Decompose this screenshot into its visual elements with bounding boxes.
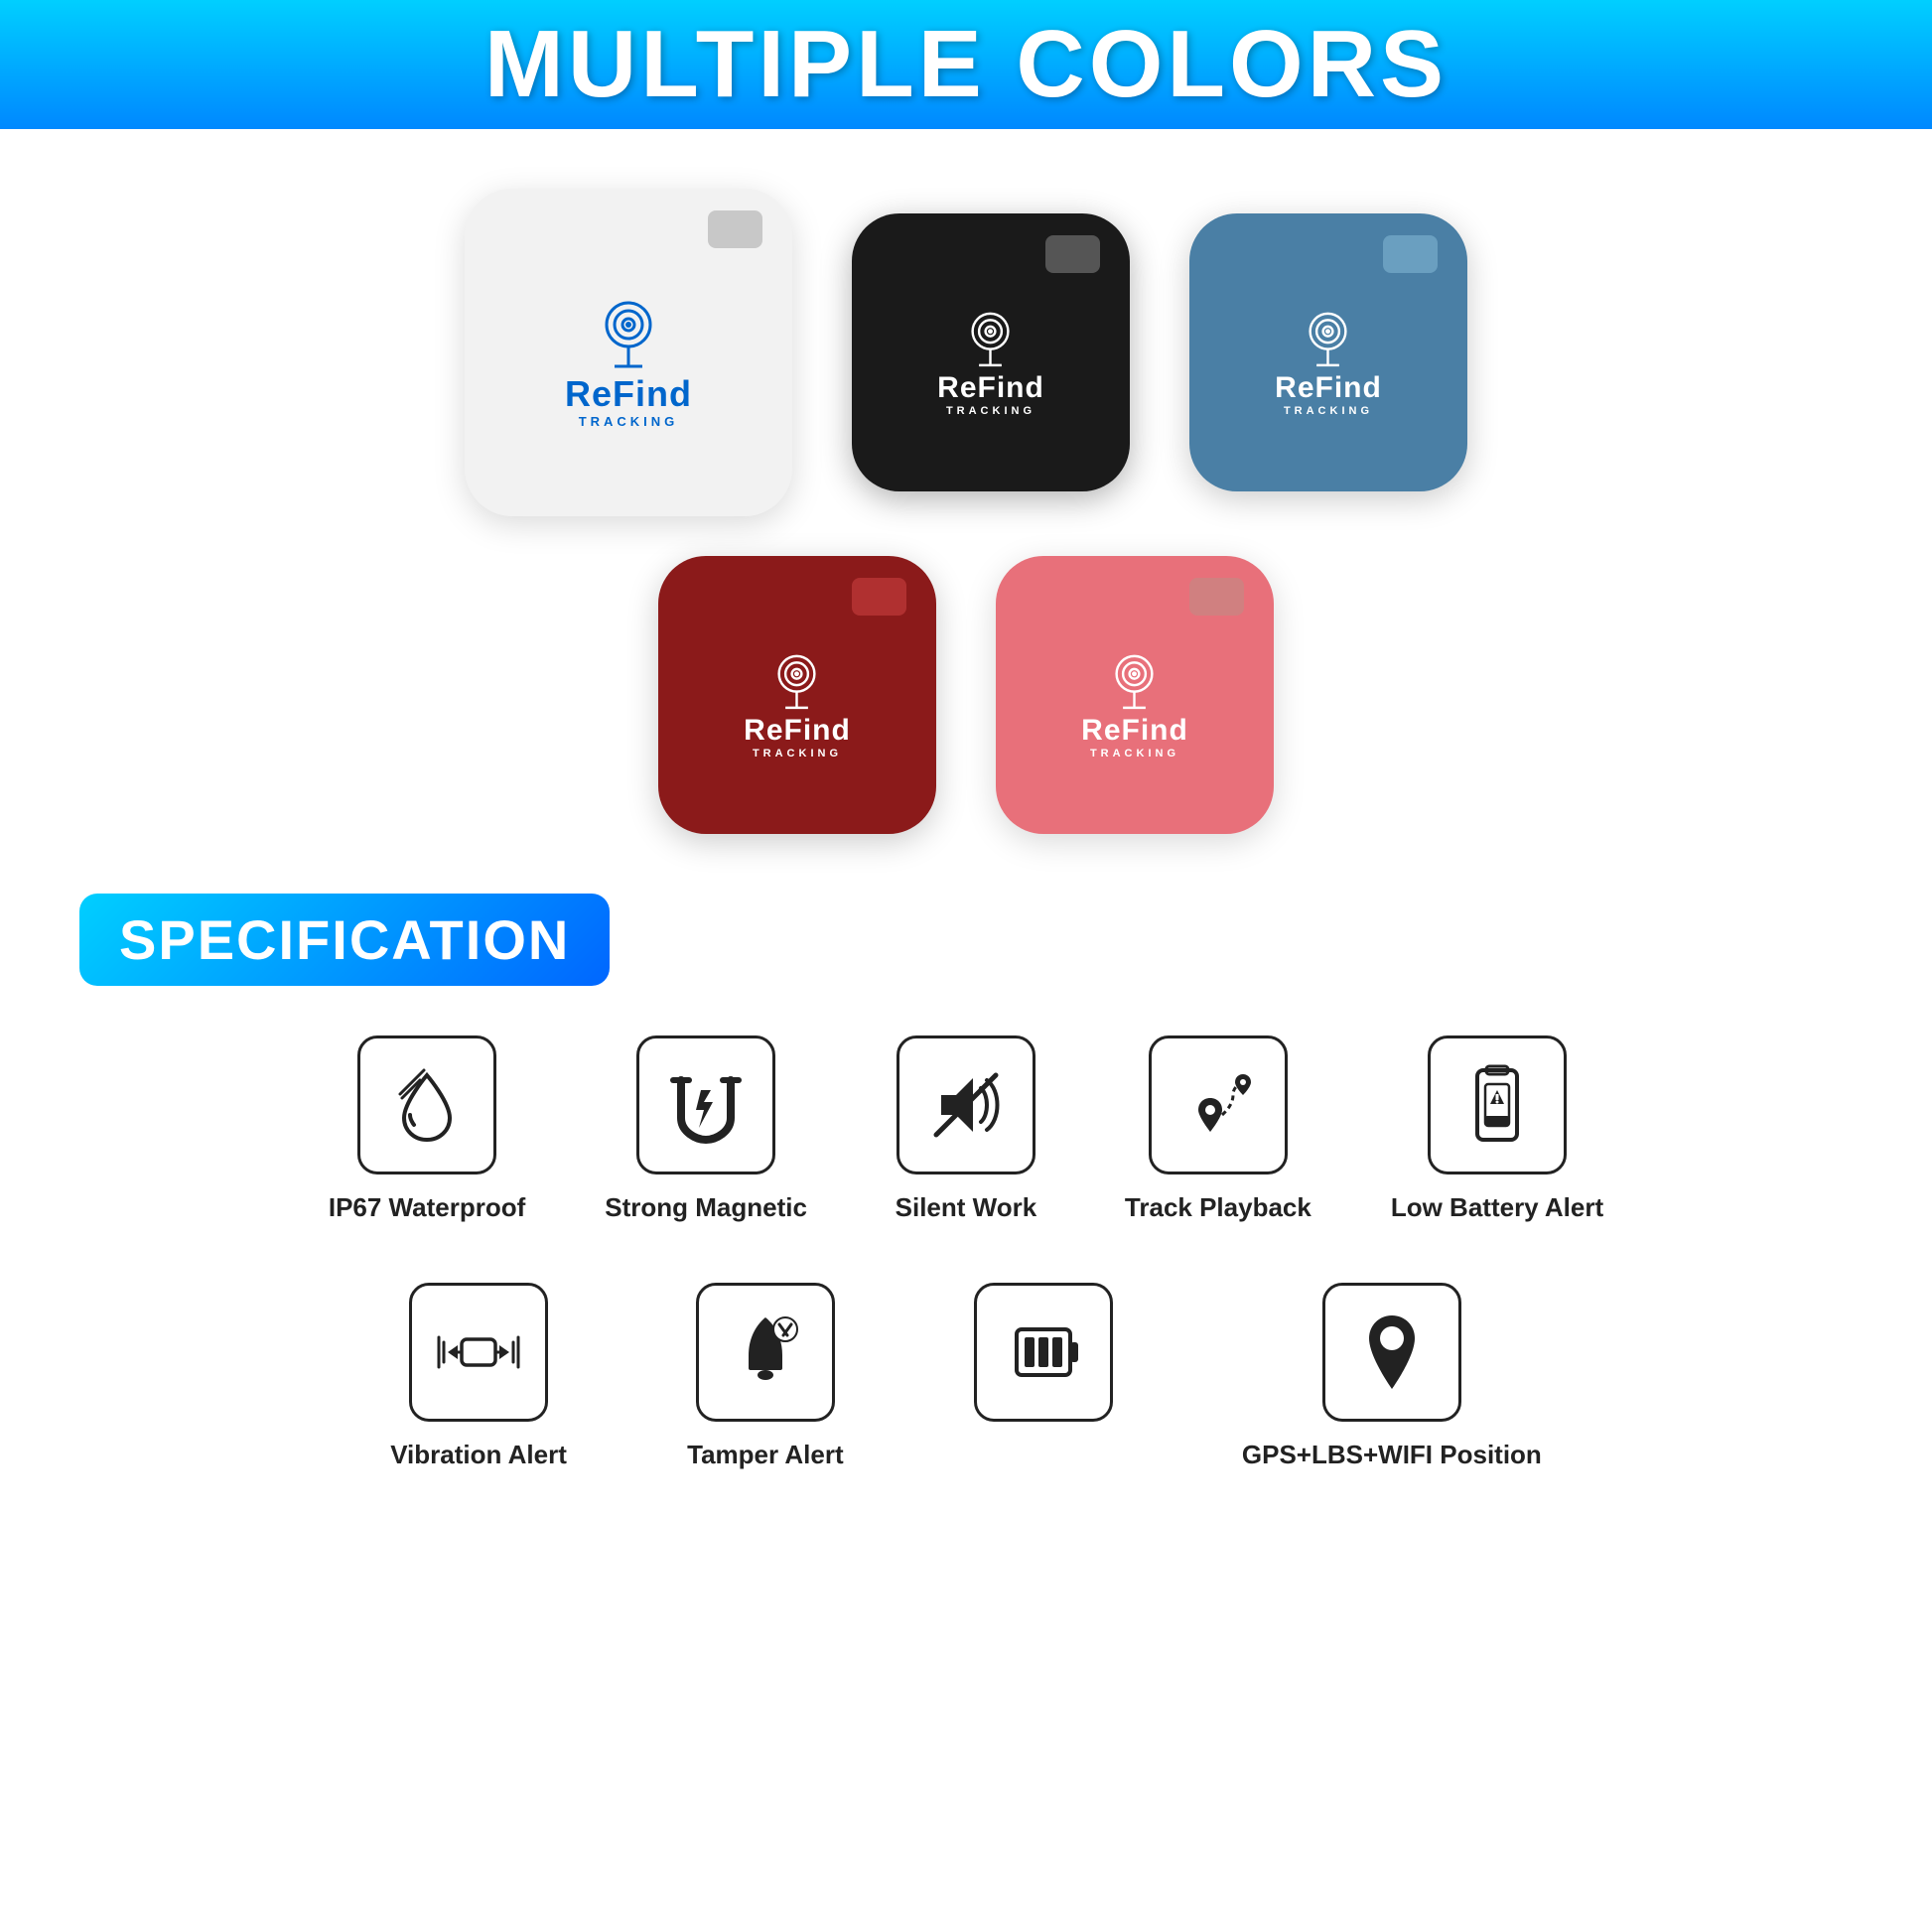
spec-item-battery-alert: Low Battery Alert [1391,1035,1603,1223]
brand-name-pink: ReFind [1081,716,1188,746]
tracker-black: ReFind TRACKING [852,213,1130,491]
spec-item-track: Track Playback [1125,1035,1311,1223]
spec-label-battery-alert: Low Battery Alert [1391,1192,1603,1223]
track-playback-icon [1173,1060,1263,1150]
products-row-2: ReFind TRACKING ReFind TRACKING [658,556,1274,834]
refind-icon-red [764,651,829,716]
refind-icon-pink [1102,651,1167,716]
header-banner: MULTIPLE COLORS [0,0,1932,129]
spec-icon-silent [897,1035,1035,1174]
spec-features-row2: Vibration Alert Tamper Alert [79,1283,1853,1470]
tracker-logo-pink: ReFind TRACKING [1081,651,1188,759]
tracker-button-blue [1383,235,1438,273]
tracker-logo-white: ReFind TRACKING [565,297,692,429]
spec-icon-battery-full [974,1283,1113,1422]
spec-item-vibration: Vibration Alert [390,1283,567,1470]
brand-name-red: ReFind [744,716,851,746]
tracker-button-red [852,578,906,616]
refind-icon-black [958,309,1023,373]
spec-label-vibration: Vibration Alert [390,1440,567,1470]
spec-icon-vibration [409,1283,548,1422]
waterproof-icon [382,1060,472,1150]
spec-item-gps: GPS+LBS+WIFI Position [1242,1283,1542,1470]
brand-sub-red: TRACKING [753,748,842,759]
spec-item-tamper: Tamper Alert [686,1283,845,1470]
spec-label-waterproof: IP67 Waterproof [329,1192,525,1223]
spec-label-track: Track Playback [1125,1192,1311,1223]
brand-sub-black: TRACKING [946,405,1035,417]
spec-item-waterproof: IP67 Waterproof [329,1035,525,1223]
tracker-logo-red: ReFind TRACKING [744,651,851,759]
brand-sub-pink: TRACKING [1090,748,1179,759]
gps-icon [1347,1308,1437,1397]
tracker-button-pink [1189,578,1244,616]
brand-sub-white: TRACKING [579,414,679,429]
tracker-button-black [1045,235,1100,273]
tracker-logo-blue: ReFind TRACKING [1275,309,1382,417]
spec-badge-label: SPECIFICATION [119,908,570,971]
spec-item-magnetic: Strong Magnetic [605,1035,807,1223]
spec-icon-gps [1322,1283,1461,1422]
low-battery-icon [1452,1060,1542,1150]
vibration-icon [434,1308,523,1397]
refind-icon-white [589,297,668,376]
tracker-logo-black: ReFind TRACKING [937,309,1044,417]
spec-features-row1: IP67 Waterproof Strong Magnetic [79,1035,1853,1223]
spec-label-magnetic: Strong Magnetic [605,1192,807,1223]
spec-badge: SPECIFICATION [79,894,610,986]
spec-icon-tamper [696,1283,835,1422]
spec-icon-battery-alert [1428,1035,1567,1174]
brand-sub-blue: TRACKING [1284,405,1373,417]
brand-name-blue: ReFind [1275,373,1382,403]
spec-item-battery-full [964,1283,1123,1470]
products-row-1: ReFind TRACKING ReFind TRACKING [465,189,1467,516]
spec-icon-magnetic [636,1035,775,1174]
spec-icon-waterproof [357,1035,496,1174]
tracker-pink: ReFind TRACKING [996,556,1274,834]
tracker-button-white [708,210,762,248]
refind-icon-blue [1296,309,1360,373]
tamper-icon [721,1308,810,1397]
spec-item-silent: Silent Work [887,1035,1045,1223]
spec-label-silent: Silent Work [896,1192,1037,1223]
tracker-white: ReFind TRACKING [465,189,792,516]
brand-name-black: ReFind [937,373,1044,403]
silent-icon [921,1060,1011,1150]
spec-label-gps: GPS+LBS+WIFI Position [1242,1440,1542,1470]
magnetic-icon [661,1060,751,1150]
brand-name-white: ReFind [565,376,692,412]
tracker-blue: ReFind TRACKING [1189,213,1467,491]
specification-section: SPECIFICATION IP67 Waterproof [0,874,1932,1470]
products-section: ReFind TRACKING ReFind TRACKING [0,129,1932,874]
spec-label-tamper: Tamper Alert [687,1440,844,1470]
battery-full-icon [999,1308,1088,1397]
spec-icon-track [1149,1035,1288,1174]
tracker-red: ReFind TRACKING [658,556,936,834]
header-title: MULTIPLE COLORS [484,10,1448,119]
